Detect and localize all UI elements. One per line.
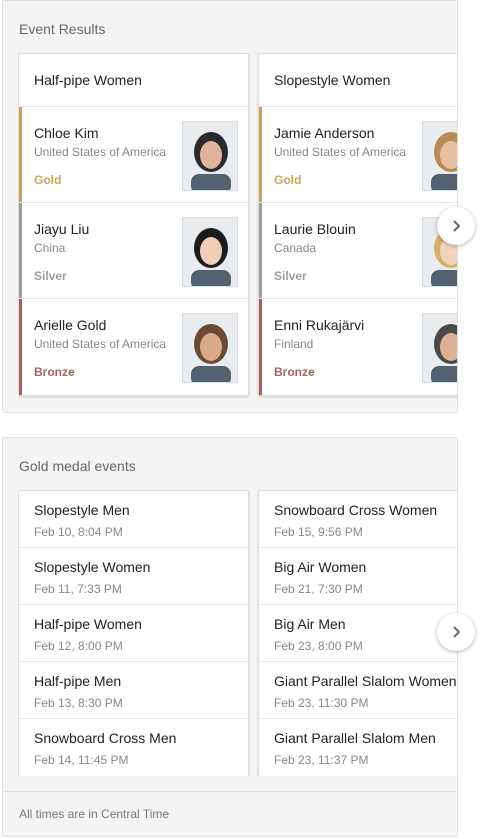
athlete-photo[interactable] [422,313,457,383]
event-time: Feb 23, 11:30 PM [274,696,369,710]
gold-events-carousel: Slopestyle Men Feb 10, 8:04 PM Slopestyle … [18,490,457,776]
athlete-photo[interactable] [422,121,457,191]
event-time: Feb 10, 8:04 PM [34,525,123,539]
event-list-item[interactable]: Half-pipe Men Feb 13, 8:30 PM [19,662,248,719]
gold-events-card: Slopestyle Men Feb 10, 8:04 PM Slopestyle … [18,490,249,776]
event-time: Feb 12, 8:00 PM [34,639,123,653]
chevron-right-icon [453,220,461,232]
event-name: Half-pipe Women [34,616,142,632]
results-next-button[interactable] [437,207,475,245]
panel-title: Gold medal events [19,458,136,474]
medal-label: Bronze [34,365,75,379]
athlete-country: Finland [274,337,314,351]
athlete-country: United States of America [34,337,167,351]
medal-label: Bronze [274,365,315,379]
events-next-button[interactable] [437,613,475,651]
medal-color-bar [19,107,22,202]
athlete-country: United States of America [34,145,167,159]
medalist-row[interactable]: Jamie Anderson United States of America Go… [259,107,457,203]
event-time: Feb 21, 7:30 PM [274,582,363,596]
event-list-item[interactable]: Big Air Women Feb 21, 7:30 PM [259,548,457,605]
athlete-photo[interactable] [182,313,238,383]
event-list-item[interactable]: Big Air Men Feb 23, 8:00 PM [259,605,457,662]
event-name: Half-pipe Men [34,673,122,689]
event-list-item[interactable]: Giant Parallel Slalom Women Feb 23, 11:30… [259,662,457,719]
event-result-card: Slopestyle Women Jamie Anderson United Sta… [258,53,457,396]
event-name[interactable]: Half-pipe Women [19,54,248,107]
event-time: Feb 11, 7:33 PM [34,582,122,596]
medal-color-bar [259,203,262,298]
event-list-item[interactable]: Half-pipe Women Feb 12, 8:00 PM [19,605,248,662]
event-name: Big Air Men [274,616,346,632]
medal-color-bar [19,299,22,395]
event-list-item[interactable]: Giant Parallel Slalom Men Feb 23, 11:37 P… [259,719,457,776]
results-track: Half-pipe Women Chloe Kim United States of… [18,53,457,396]
medal-label: Silver [274,269,307,283]
event-name: Big Air Women [274,559,367,575]
medal-label: Silver [34,269,67,283]
medalist-row[interactable]: Arielle Gold United States of America Bron… [19,299,248,395]
event-result-card: Half-pipe Women Chloe Kim United States of… [18,53,249,396]
event-name: Slopestyle Men [34,502,130,518]
athlete-photo[interactable] [182,121,238,191]
medal-color-bar [19,203,22,298]
gold-events-card: Snowboard Cross Women Feb 15, 9:56 PM Big … [258,490,457,776]
event-list-item[interactable]: Slopestyle Women Feb 11, 7:33 PM [19,548,248,605]
timezone-footer: All times are in Central Time [3,791,457,836]
athlete-photo[interactable] [182,217,238,287]
event-name[interactable]: Slopestyle Women [259,54,457,107]
event-list-item[interactable]: Snowboard Cross Women Feb 15, 9:56 PM [259,491,457,548]
event-results-panel: Event Results Half-pipe Women Chloe Kim Un… [2,0,475,413]
event-list-item[interactable]: Slopestyle Men Feb 10, 8:04 PM [19,491,248,548]
event-name: Snowboard Cross Women [274,502,438,518]
event-time: Feb 14, 11:45 PM [34,753,129,767]
athlete-name: Laurie Blouin [274,221,356,237]
timezone-note: All times are in Central Time [19,807,170,821]
athlete-name: Jamie Anderson [274,125,375,141]
medalist-row[interactable]: Enni Rukajärvi Finland Bronze [259,299,457,395]
event-name: Giant Parallel Slalom Women [274,673,457,689]
athlete-country: Canada [274,241,317,255]
events-track: Slopestyle Men Feb 10, 8:04 PM Slopestyle … [18,490,457,776]
medal-label: Gold [274,173,302,187]
athlete-name: Jiayu Liu [34,221,90,237]
chevron-right-icon [453,626,461,638]
event-name: Slopestyle Women [34,559,151,575]
athlete-name: Chloe Kim [34,125,99,141]
athlete-country: China [34,241,66,255]
medal-color-bar [259,107,262,202]
event-time: Feb 13, 8:30 PM [34,696,123,710]
panel-title: Event Results [19,21,106,37]
event-time: Feb 15, 9:56 PM [274,525,363,539]
event-name: Snowboard Cross Men [34,730,177,746]
athlete-country: United States of America [274,145,407,159]
medalist-row[interactable]: Laurie Blouin Canada Silver [259,203,457,299]
event-list-item[interactable]: Snowboard Cross Men Feb 14, 11:45 PM [19,719,248,776]
athlete-name: Arielle Gold [34,317,107,333]
event-name: Giant Parallel Slalom Men [274,730,436,746]
results-carousel: Half-pipe Women Chloe Kim United States of… [18,53,457,399]
gold-medal-events-panel: Gold medal events Slopestyle Men Feb 10, … [2,437,475,837]
medal-label: Gold [34,173,62,187]
athlete-name: Enni Rukajärvi [274,317,365,333]
event-time: Feb 23, 8:00 PM [274,639,363,653]
medalist-row[interactable]: Chloe Kim United States of America Gold [19,107,248,203]
event-time: Feb 23, 11:37 PM [274,753,369,767]
medal-color-bar [259,299,262,395]
medalist-row[interactable]: Jiayu Liu China Silver [19,203,248,299]
